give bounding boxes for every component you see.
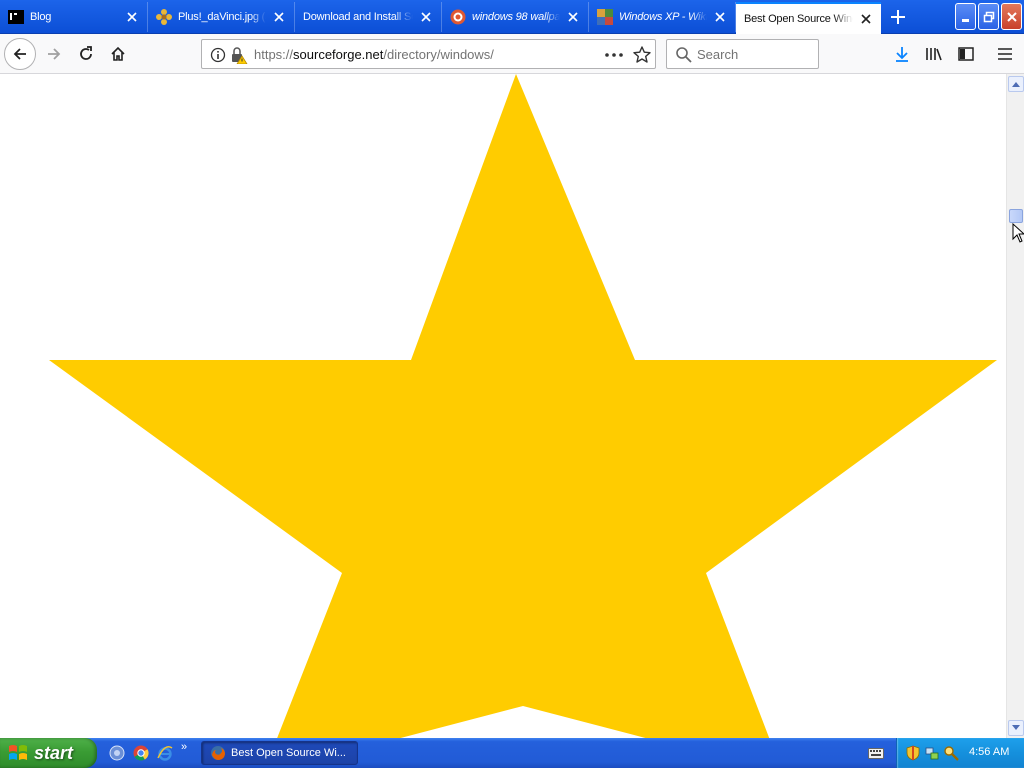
url-text[interactable]: https://sourceforge.net/directory/window… [254, 47, 494, 62]
tab-windows-98-wallpaper[interactable]: windows 98 wallpaper [442, 2, 589, 32]
tab-title: Windows XP - Wikipedia [619, 11, 707, 23]
security-shield-icon[interactable] [905, 745, 921, 761]
url-host: sourceforge.net [293, 47, 384, 62]
library-button[interactable] [918, 38, 950, 70]
minimize-button[interactable] [955, 3, 976, 30]
yellow-star-image [49, 74, 997, 738]
chevron-up-icon [1012, 82, 1020, 87]
close-icon[interactable] [272, 10, 286, 24]
star-shape [49, 74, 997, 738]
forward-button[interactable] [38, 38, 70, 70]
windows-logo-icon [9, 745, 27, 760]
tab-title: Download and Install SourceForge [303, 11, 413, 23]
chrome-icon[interactable] [133, 745, 149, 761]
arrow-left-icon [13, 48, 26, 60]
reload-icon [80, 46, 92, 60]
address-bar[interactable]: https://sourceforge.net/directory/window… [201, 39, 656, 69]
tab-title: Plus!_daVinci.jpg (JPEG Image) [178, 11, 266, 23]
tab-title: Best Open Source Windows Software [744, 13, 853, 25]
tab-title: windows 98 wallpaper [472, 11, 560, 23]
scroll-down-button[interactable] [1008, 720, 1024, 736]
search-magnifier-icon[interactable] [943, 745, 959, 761]
url-prefix: https:// [254, 47, 294, 62]
network-icon[interactable] [924, 745, 940, 761]
new-tab-button[interactable] [884, 5, 912, 29]
clock: 4:56 AM [969, 746, 1010, 758]
sidebar-icon [958, 47, 974, 61]
more-icon [605, 53, 623, 57]
close-icon[interactable] [713, 10, 727, 24]
tab-strip: Blog Plus!_daVinci.jpg (JPEG Image) Down… [0, 0, 1024, 34]
close-icon[interactable] [419, 10, 433, 24]
search-box[interactable] [666, 39, 819, 69]
info-icon[interactable] [210, 47, 226, 63]
start-label: start [34, 742, 74, 763]
plus-icon [891, 10, 905, 24]
download-arrow-icon [896, 47, 908, 62]
close-icon[interactable] [125, 10, 139, 24]
restore-icon [983, 11, 994, 22]
vertical-scrollbar[interactable] [1006, 74, 1024, 738]
taskbar-button-firefox[interactable]: Best Open Source Wi... [201, 741, 358, 765]
sidebar-button[interactable] [950, 38, 982, 70]
tab-blog[interactable]: Blog [0, 2, 148, 32]
home-button[interactable] [102, 38, 134, 70]
back-button[interactable] [4, 38, 36, 70]
tab-davinci[interactable]: Plus!_daVinci.jpg (JPEG Image) [148, 2, 295, 32]
navigation-toolbar: https://sourceforge.net/directory/window… [0, 34, 1024, 74]
minimize-icon [961, 18, 969, 22]
search-input[interactable] [697, 45, 815, 63]
menu-button[interactable] [989, 38, 1021, 70]
close-icon[interactable] [859, 12, 873, 26]
reload-button[interactable] [70, 38, 102, 70]
close-window-button[interactable] [1001, 3, 1022, 30]
insecure-lock-icon[interactable] [230, 46, 248, 64]
quick-launch-expand-icon[interactable]: » [181, 741, 187, 753]
scroll-thumb[interactable] [1009, 209, 1023, 223]
keyboard-language-icon[interactable] [868, 746, 884, 760]
page-actions-button[interactable] [604, 46, 624, 64]
home-icon [111, 46, 125, 61]
show-desktop-icon[interactable] [109, 745, 125, 761]
taskbar-button-label: Best Open Source Wi... [231, 747, 346, 759]
tab-download-install[interactable]: Download and Install SourceForge [295, 2, 442, 32]
duckduckgo-icon [450, 9, 466, 25]
close-icon[interactable] [566, 10, 580, 24]
hamburger-menu-icon [998, 48, 1012, 60]
wikipedia-puzzle-icon [597, 9, 613, 25]
bookmark-star-icon[interactable] [632, 45, 652, 65]
flower-icon [156, 9, 172, 25]
scroll-up-button[interactable] [1008, 76, 1024, 92]
mouse-cursor-icon [1012, 223, 1024, 243]
restore-button[interactable] [978, 3, 999, 30]
arrow-right-icon [48, 48, 61, 60]
firefox-icon [211, 746, 225, 760]
url-path: /directory/windows/ [383, 47, 494, 62]
chevron-down-icon [1012, 725, 1020, 730]
page-content [0, 74, 1006, 738]
start-button[interactable]: start [0, 738, 97, 768]
downloads-button[interactable] [886, 38, 918, 70]
taskbar: start » Best Open Source Wi... 4:56 AM [0, 738, 1024, 768]
library-icon [926, 48, 942, 61]
system-tray: 4:56 AM [896, 738, 1024, 768]
tab-best-open-source-windows[interactable]: Best Open Source Windows Software [736, 2, 881, 34]
tab-windows-xp-wikipedia[interactable]: Windows XP - Wikipedia [589, 2, 736, 32]
search-icon [676, 47, 692, 63]
tab-title: Blog [30, 11, 52, 23]
terminal-icon [8, 9, 24, 25]
internet-explorer-icon[interactable] [157, 745, 173, 761]
close-icon [1006, 11, 1017, 22]
